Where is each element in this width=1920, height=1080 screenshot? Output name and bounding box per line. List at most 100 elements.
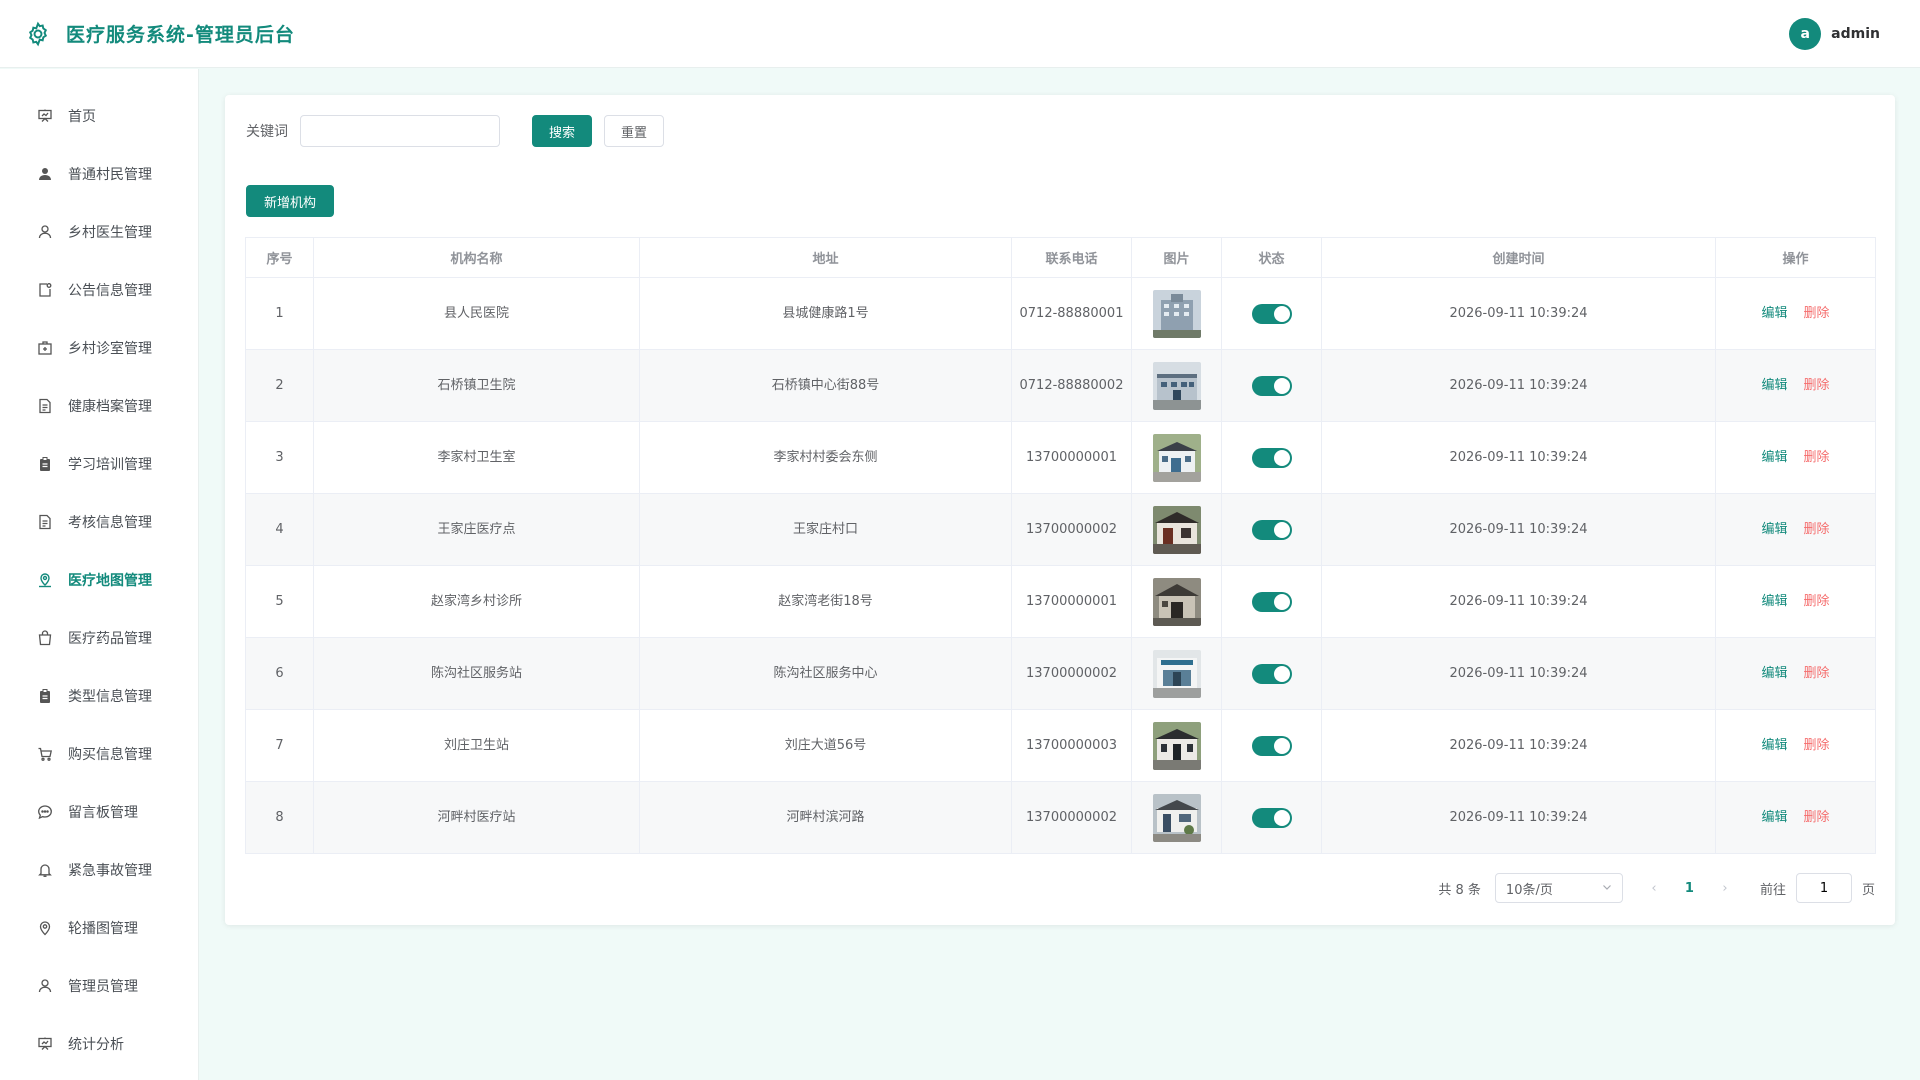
status-toggle[interactable] (1251, 807, 1292, 828)
status-toggle[interactable] (1251, 303, 1292, 324)
edit-button[interactable]: 编辑 (1761, 378, 1787, 393)
sidebar-item-home[interactable]: 首页 (0, 87, 198, 145)
delete-button[interactable]: 删除 (1804, 450, 1830, 465)
table-row: 1 县人民医院 县城健康路1号 0712-88880001 2026-09-11… (245, 277, 1876, 350)
sidebar-item-medical-map[interactable]: 医疗地图管理 (0, 551, 198, 609)
edit-button[interactable]: 编辑 (1761, 450, 1787, 465)
bell-icon (36, 861, 54, 879)
sidebar-item-emergencies[interactable]: 紧急事故管理 (0, 841, 198, 899)
search-button[interactable]: 搜索 (532, 115, 592, 147)
institution-photo[interactable] (1152, 577, 1201, 626)
cell-name: 陈沟社区服务站 (313, 637, 640, 710)
content-card: 关键词 搜索 重置 新增机构 序号 机构名称 地址 联系电话 图片 状态 创建时… (225, 95, 1895, 925)
institution-photo[interactable] (1152, 649, 1201, 698)
avatar[interactable]: a (1789, 18, 1822, 50)
keyword-input[interactable] (300, 115, 500, 147)
sidebar-item-label: 首页 (68, 109, 96, 125)
sidebar-item-messages[interactable]: 留言板管理 (0, 783, 198, 841)
sidebar-item-training[interactable]: 学习培训管理 (0, 435, 198, 493)
delete-button[interactable]: 删除 (1804, 594, 1830, 609)
edit-button[interactable]: 编辑 (1761, 810, 1787, 825)
total-count: 共 8 条 (1438, 882, 1481, 898)
sidebar-item-medicines[interactable]: 医疗药品管理 (0, 609, 198, 667)
sidebar-item-health-records[interactable]: 健康档案管理 (0, 377, 198, 435)
cell-address: 刘庄大道56号 (639, 709, 1012, 782)
cell-created: 2026-09-11 10:39:24 (1321, 349, 1716, 422)
sidebar-item-doctors[interactable]: 乡村医生管理 (0, 203, 198, 261)
cell-created: 2026-09-11 10:39:24 (1321, 421, 1716, 494)
delete-button[interactable]: 删除 (1804, 522, 1830, 537)
institution-photo[interactable] (1152, 721, 1201, 770)
status-toggle[interactable] (1251, 447, 1292, 468)
sidebar-item-admins[interactable]: 管理员管理 (0, 957, 198, 1015)
sidebar-item-label: 健康档案管理 (68, 399, 152, 415)
page-unit-label: 页 (1861, 882, 1875, 898)
sidebar-item-label: 购买信息管理 (68, 747, 152, 763)
sidebar-item-label: 轮播图管理 (68, 921, 138, 937)
user-menu[interactable]: a admin (1789, 18, 1880, 50)
table-row: 5 赵家湾乡村诊所 赵家湾老街18号 13700000001 2026-09-1… (245, 565, 1876, 638)
shopping-bag-icon (36, 629, 54, 647)
sidebar-item-label: 乡村医生管理 (68, 225, 152, 241)
institution-photo[interactable] (1152, 289, 1201, 338)
keyword-label: 关键词 (246, 124, 288, 140)
sidebar-item-assessment[interactable]: 考核信息管理 (0, 493, 198, 551)
cell-address: 李家村村委会东侧 (639, 421, 1012, 494)
cell-phone: 0712-88880002 (1011, 349, 1132, 422)
edit-button[interactable]: 编辑 (1761, 738, 1787, 753)
sidebar-item-purchases[interactable]: 购买信息管理 (0, 725, 198, 783)
status-toggle[interactable] (1251, 735, 1292, 756)
table-row: 7 刘庄卫生站 刘庄大道56号 13700000003 2026-09-11 1… (245, 709, 1876, 782)
status-toggle[interactable] (1251, 375, 1292, 396)
cell-address: 石桥镇中心街88号 (639, 349, 1012, 422)
page-size-select[interactable]: 10条/页 (1494, 873, 1623, 903)
pagination: 共 8 条 10条/页 ‹ 1 › 前往 页 (1438, 873, 1875, 903)
institution-photo[interactable] (1152, 361, 1201, 410)
status-toggle[interactable] (1251, 591, 1292, 612)
cell-address: 赵家湾老街18号 (639, 565, 1012, 638)
cell-name: 刘庄卫生站 (313, 709, 640, 782)
edit-button[interactable]: 编辑 (1761, 594, 1787, 609)
status-toggle[interactable] (1251, 663, 1292, 684)
delete-button[interactable]: 删除 (1804, 810, 1830, 825)
top-header: 医疗服务系统-管理员后台 a admin (0, 0, 1920, 68)
page-number-current[interactable]: 1 (1685, 881, 1694, 896)
delete-button[interactable]: 删除 (1804, 378, 1830, 393)
status-toggle[interactable] (1251, 519, 1292, 540)
prev-page-icon[interactable]: ‹ (1647, 881, 1661, 896)
column-header-created: 创建时间 (1321, 237, 1716, 278)
sidebar-item-label: 学习培训管理 (68, 457, 152, 473)
add-institution-button[interactable]: 新增机构 (246, 185, 334, 217)
goto-page-input[interactable] (1795, 873, 1852, 903)
reset-button[interactable]: 重置 (604, 115, 664, 147)
cell-phone: 13700000002 (1011, 637, 1132, 710)
delete-button[interactable]: 删除 (1804, 738, 1830, 753)
sidebar-item-villagers[interactable]: 普通村民管理 (0, 145, 198, 203)
next-page-icon[interactable]: › (1718, 881, 1732, 896)
sidebar-item-label: 医疗地图管理 (68, 573, 152, 589)
document-icon (36, 397, 54, 415)
cell-index: 1 (245, 277, 314, 350)
chat-icon (36, 803, 54, 821)
institution-photo[interactable] (1152, 505, 1201, 554)
sidebar-item-label: 管理员管理 (68, 979, 138, 995)
delete-button[interactable]: 删除 (1804, 306, 1830, 321)
institution-photo[interactable] (1152, 433, 1201, 482)
sidebar-item-statistics[interactable]: 统计分析 (0, 1015, 198, 1073)
cell-created: 2026-09-11 10:39:24 (1321, 493, 1716, 566)
sidebar-item-types[interactable]: 类型信息管理 (0, 667, 198, 725)
sidebar-item-clinics[interactable]: 乡村诊室管理 (0, 319, 198, 377)
chevron-down-icon (1602, 881, 1612, 896)
cell-created: 2026-09-11 10:39:24 (1321, 277, 1716, 350)
edit-button[interactable]: 编辑 (1761, 306, 1787, 321)
sidebar-item-carousel[interactable]: 轮播图管理 (0, 899, 198, 957)
username[interactable]: admin (1831, 26, 1880, 42)
institution-photo[interactable] (1152, 793, 1201, 842)
delete-button[interactable]: 删除 (1804, 666, 1830, 681)
edit-button[interactable]: 编辑 (1761, 666, 1787, 681)
edit-button[interactable]: 编辑 (1761, 522, 1787, 537)
table-row: 2 石桥镇卫生院 石桥镇中心街88号 0712-88880002 2026-09… (245, 349, 1876, 422)
sidebar-item-notices[interactable]: 公告信息管理 (0, 261, 198, 319)
table-row: 6 陈沟社区服务站 陈沟社区服务中心 13700000002 2026-09-1… (245, 637, 1876, 710)
cell-index: 8 (245, 781, 314, 854)
